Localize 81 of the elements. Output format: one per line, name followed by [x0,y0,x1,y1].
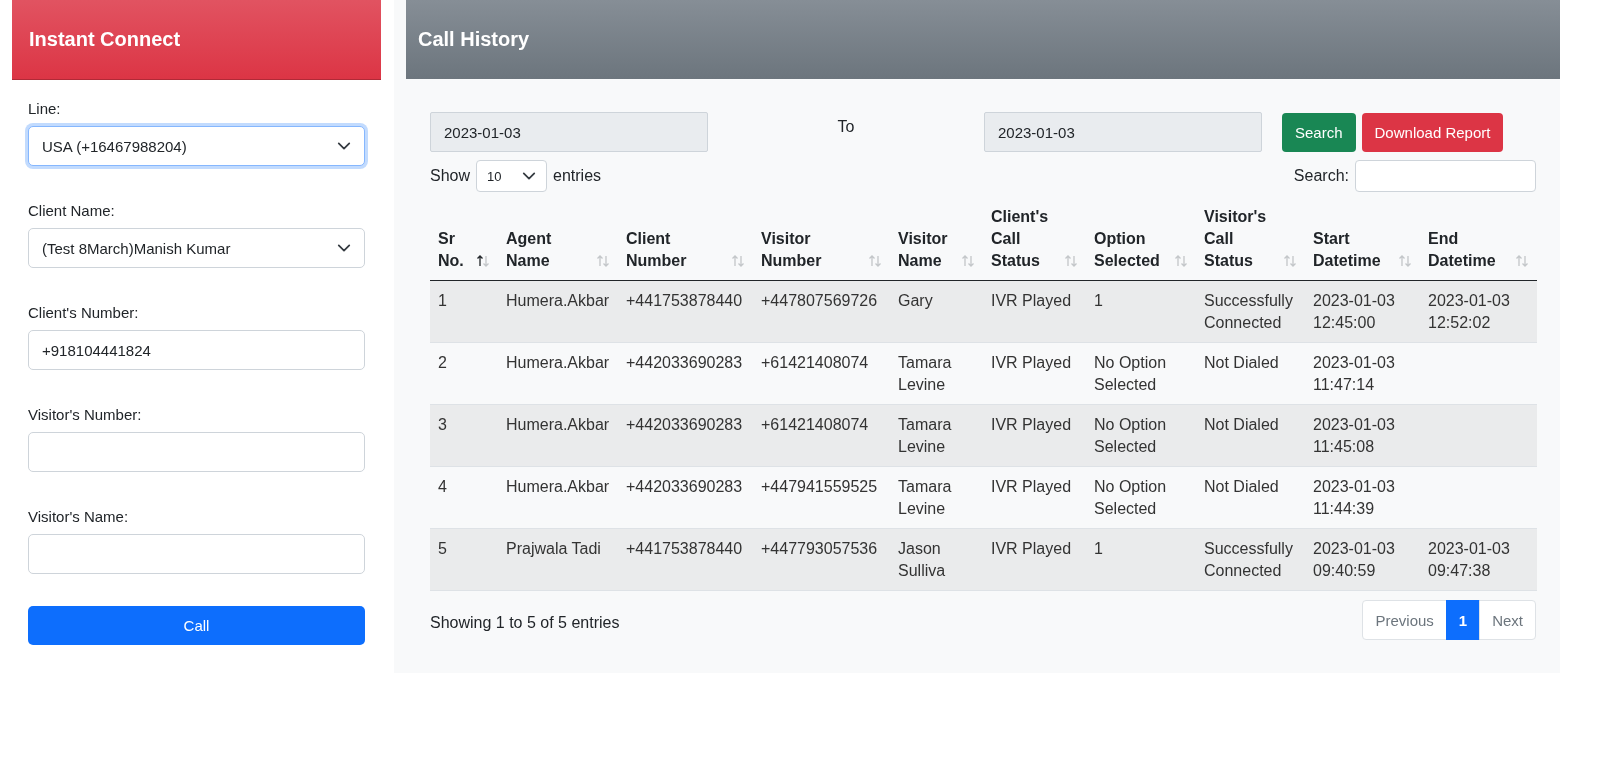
table-cell: +447793057536 [761,540,878,557]
table-cell: 1 [438,292,447,309]
column-header[interactable]: Option Selected [1086,206,1196,281]
table-cell: IVR Played [991,292,1072,309]
dropdown-field[interactable]: USA (+16467988204) [28,126,365,166]
column-header[interactable]: Visitor's Call Status [1196,206,1305,281]
column-header[interactable]: Sr No. [430,206,498,281]
table-cell: +447941559525 [761,478,878,495]
table-cell: 4 [438,478,447,495]
table-cell: Humera.Akbar [506,354,610,371]
input-field[interactable]: +918104441824 [28,330,365,370]
table-cell: Successfully Connected [1204,292,1293,331]
table-cell: Humera.Akbar [506,478,610,495]
table-cell: Prajwala Tadi [506,540,601,557]
field-label: Visitor's Number: [28,406,143,423]
search-button[interactable]: Search [1282,112,1356,152]
table-cell: Not Dialed [1204,354,1279,371]
field-label: Line: [28,100,62,117]
input-field[interactable] [28,534,365,574]
dropdown-field[interactable]: (Test 8March)Manish Kumar [28,228,365,268]
table-cell: +442033690283 [626,416,743,433]
table-cell: 2 [438,354,447,371]
column-header[interactable]: Client's Call Status [983,206,1086,281]
table-cell: IVR Played [991,478,1072,495]
table-cell: 2023-01-03 09:40:59 [1313,540,1395,579]
table-cell: Humera.Akbar [506,416,610,433]
download-report-button[interactable]: Download Report [1361,112,1504,152]
column-header[interactable]: Visitor Number [753,206,890,281]
table-cell: Successfully Connected [1204,540,1293,579]
field-label: Client's Number: [28,304,140,321]
table-cell: Not Dialed [1204,416,1279,433]
table-cell: No Option Selected [1094,478,1167,517]
table-cell: +61421408074 [761,416,869,433]
table-cell: IVR Played [991,354,1072,371]
table-cell: Not Dialed [1204,478,1279,495]
table-cell: 2023-01-03 12:45:00 [1313,292,1395,331]
entries-label: entries [553,167,602,185]
field-label: Visitor's Name: [28,508,130,525]
search-field[interactable] [1355,160,1536,192]
column-header[interactable]: End Datetime [1420,206,1537,281]
table-cell: IVR Played [991,540,1072,557]
date-field[interactable]: 2023-01-03 [430,112,708,152]
table-cell: +442033690283 [626,354,743,371]
table-cell: Tamara Levine [898,354,952,393]
table-cell: +61421408074 [761,354,869,371]
table-cell: Tamara Levine [898,478,952,517]
table-cell: 2023-01-03 11:47:14 [1313,354,1395,393]
table-cell: 2023-01-03 12:52:02 [1428,292,1510,331]
search-label: Search: [1293,167,1349,185]
show-label: Show [430,167,471,185]
table-cell: 2023-01-03 11:44:39 [1313,478,1395,517]
table-cell: 3 [438,416,447,433]
entries-info: Showing 1 to 5 of 5 entries [430,614,620,632]
column-header[interactable]: Agent Name [498,206,618,281]
table-cell: 5 [438,540,447,557]
column-header[interactable]: Visitor Name [890,206,983,281]
input-field[interactable] [28,432,365,472]
column-header[interactable]: Start Datetime [1305,206,1420,281]
table-cell: +441753878440 [626,292,743,309]
table-cell: +442033690283 [626,478,743,495]
table-cell: No Option Selected [1094,416,1167,455]
table-cell: Gary [898,292,933,309]
table-cell: 2023-01-03 11:45:08 [1313,416,1395,455]
table-cell: 2023-01-03 09:47:38 [1428,540,1510,579]
table-cell: Humera.Akbar [506,292,610,309]
table-cell: +441753878440 [626,540,743,557]
table-cell: No Option Selected [1094,354,1167,393]
table-cell: 1 [1094,540,1103,557]
table-cell: +447807569726 [761,292,878,309]
table-cell: IVR Played [991,416,1072,433]
panel-title: Instant Connect [29,28,181,51]
panel-title: Call History [418,28,530,51]
call-button[interactable]: Call [28,606,365,645]
date-field[interactable]: 2023-01-03 [984,112,1262,152]
page-size-dropdown[interactable]: 10 [476,160,548,192]
column-header[interactable]: Client Number [618,206,753,281]
to-label: To [837,118,855,136]
field-label: Client Name: [28,202,116,219]
table-cell: 1 [1094,292,1103,309]
table-cell: Tamara Levine [898,416,952,455]
table-cell: Jason Sulliva [898,540,946,579]
